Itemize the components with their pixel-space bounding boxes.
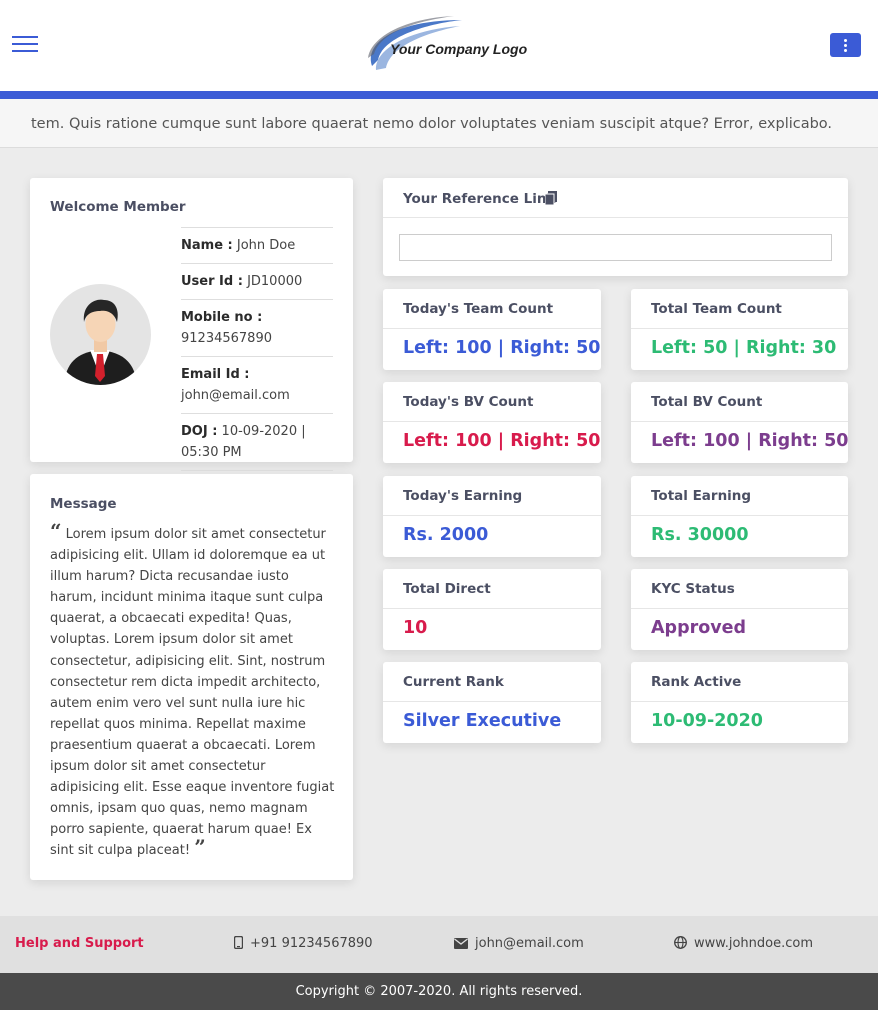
footer-phone[interactable]: +91 91234567890 (233, 935, 373, 951)
footer-phone-text: +91 91234567890 (250, 936, 373, 951)
welcome-card: Welcome Member Name : John Doe User Id :… (30, 178, 353, 471)
stat-value: Silver Executive (403, 711, 562, 731)
stat-label: Total Team Count (651, 301, 782, 317)
member-email: john@email.com (181, 388, 290, 403)
member-mobile: 91234567890 (181, 331, 272, 346)
footer-website-text: www.johndoe.com (694, 936, 813, 951)
welcome-title: Welcome Member (50, 199, 186, 215)
copyright-text: Copyright © 2007-2020. All rights reserv… (295, 984, 583, 999)
name-label: Name : (181, 238, 233, 253)
stat-today-earning: Today's Earning Rs. 2000 (383, 476, 601, 557)
stat-label: KYC Status (651, 581, 735, 597)
stat-value: 10 (403, 618, 428, 638)
userid-row: User Id : JD10000 (181, 263, 333, 299)
email-label: Email Id : (181, 367, 250, 382)
stat-label: Total BV Count (651, 394, 763, 410)
mobile-phone-icon (233, 935, 244, 950)
reference-header: Your Reference Link (383, 178, 848, 218)
message-text: Lorem ipsum dolor sit amet consectetur a… (50, 527, 335, 859)
userid-label: User Id : (181, 274, 243, 289)
message-body: “ Lorem ipsum dolor sit amet consectetur… (50, 521, 335, 862)
stat-kyc-status: KYC Status Approved (631, 569, 848, 650)
envelope-icon (454, 938, 468, 949)
stat-rank-active: Rank Active 10-09-2020 (631, 662, 848, 743)
reference-title: Your Reference Link (403, 191, 556, 207)
name-row: Name : John Doe (181, 227, 333, 263)
stat-value: Left: 100 | Right: 50 (403, 431, 601, 451)
stat-value: 10-09-2020 (651, 711, 763, 731)
company-logo[interactable]: Your Company Logo (364, 14, 527, 78)
reference-link-card: Your Reference Link (383, 178, 848, 276)
news-ticker: tem. Quis ratione cumque sunt labore qua… (0, 99, 878, 148)
stat-current-rank: Current Rank Silver Executive (383, 662, 601, 743)
member-userid: JD10000 (247, 274, 303, 289)
stat-value: Left: 100 | Right: 50 (651, 431, 849, 451)
footer-email[interactable]: john@email.com (454, 936, 584, 951)
stat-value: Approved (651, 618, 747, 638)
stat-label: Today's Earning (403, 488, 523, 504)
doj-row: DOJ : 10-09-2020 | 05:30 PM (181, 413, 333, 471)
stat-label: Current Rank (403, 674, 504, 690)
email-row: Email Id : john@email.com (181, 356, 333, 413)
user-avatar-icon (50, 284, 151, 385)
footer-email-text: john@email.com (475, 936, 584, 951)
stat-value: Left: 100 | Right: 50 (403, 338, 601, 358)
stat-value: Rs. 30000 (651, 525, 749, 545)
menu-icon[interactable] (12, 36, 38, 52)
stat-label: Total Earning (651, 488, 752, 504)
message-card: Message “ Lorem ipsum dolor sit amet con… (30, 474, 353, 880)
header-accent-bar (0, 91, 878, 99)
stat-today-bv: Today's BV Count Left: 100 | Right: 50 (383, 382, 601, 463)
stat-today-team: Today's Team Count Left: 100 | Right: 50 (383, 289, 601, 370)
stat-value: Rs. 2000 (403, 525, 489, 545)
stat-label: Today's Team Count (403, 301, 554, 317)
help-support-link[interactable]: Help and Support (15, 936, 144, 951)
logo-text: Your Company Logo (390, 41, 528, 57)
message-title: Message (50, 496, 117, 512)
footer-website[interactable]: www.johndoe.com (674, 936, 813, 951)
copy-icon[interactable] (545, 191, 557, 205)
member-info: Name : John Doe User Id : JD10000 Mobile… (181, 227, 333, 471)
avatar (50, 284, 151, 385)
copyright-bar: Copyright © 2007-2020. All rights reserv… (0, 973, 878, 1010)
quote-open-icon: “ (50, 519, 62, 543)
globe-icon (674, 936, 687, 949)
stat-total-bv: Total BV Count Left: 100 | Right: 50 (631, 382, 848, 463)
stat-label: Rank Active (651, 674, 742, 690)
stat-value: Left: 50 | Right: 30 (651, 338, 837, 358)
stat-total-team: Total Team Count Left: 50 | Right: 30 (631, 289, 848, 370)
stat-label: Total Direct (403, 581, 491, 597)
reference-link-input[interactable] (399, 234, 832, 261)
quote-close-icon: ” (194, 835, 206, 860)
member-name: John Doe (236, 238, 296, 253)
stat-label: Today's BV Count (403, 394, 534, 410)
footer-contact-bar: Help and Support +91 91234567890 john@em… (0, 916, 878, 973)
stat-total-direct: Total Direct 10 (383, 569, 601, 650)
doj-label: DOJ : (181, 424, 218, 439)
mobile-row: Mobile no : 91234567890 (181, 299, 333, 356)
stat-total-earning: Total Earning Rs. 30000 (631, 476, 848, 557)
ticker-text: tem. Quis ratione cumque sunt labore qua… (31, 116, 833, 132)
top-header: Your Company Logo (0, 0, 878, 92)
mobile-label: Mobile no : (181, 310, 263, 325)
more-options-button[interactable] (830, 33, 861, 57)
